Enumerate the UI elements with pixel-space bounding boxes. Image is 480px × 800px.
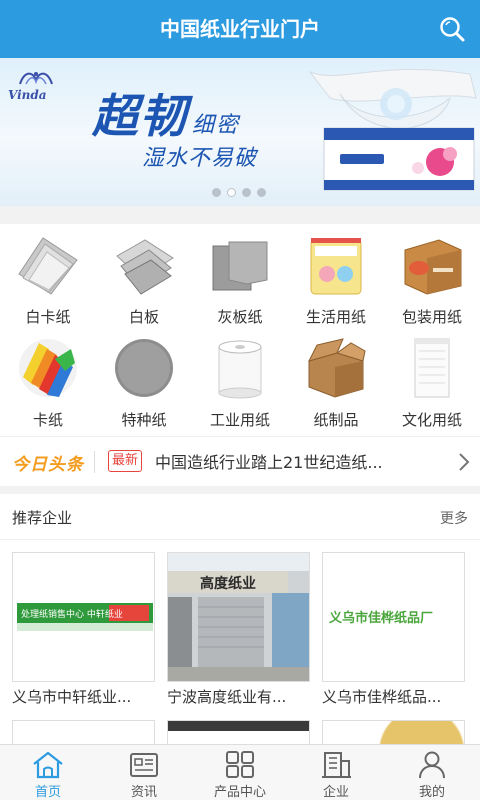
- company-name: 义乌市佳桦纸品...: [322, 688, 442, 706]
- today-headline-logo: 今日头条: [12, 455, 84, 475]
- category-label: 包装用纸: [401, 308, 462, 326]
- tab-news[interactable]: 资讯: [96, 745, 192, 800]
- specialty-paper-icon: [108, 333, 180, 403]
- latest-badge: 最新: [108, 450, 143, 472]
- company-sign-text: 高度纸业: [200, 576, 256, 592]
- company-thumbnail[interactable]: [322, 720, 465, 746]
- white-board-icon: [108, 230, 180, 300]
- category-packaging-paper[interactable]: 包装用纸: [384, 224, 480, 327]
- tab-mine[interactable]: 我的: [384, 745, 480, 800]
- more-link[interactable]: 更多: [440, 508, 468, 528]
- carousel-dot-active[interactable]: [227, 188, 236, 197]
- category-label: 白卡纸: [25, 308, 71, 326]
- category-label: 特种纸: [121, 411, 167, 429]
- category-household-paper[interactable]: 生活用纸: [288, 224, 384, 327]
- gray-board-icon: [204, 230, 276, 300]
- category-cultural-paper[interactable]: 文化用纸: [384, 327, 480, 430]
- company-thumbnail: 高度纸业: [167, 552, 310, 682]
- company-sign-text: 义乌市佳桦纸品厂: [329, 611, 434, 626]
- user-icon: [419, 751, 445, 779]
- industrial-paper-icon: [204, 333, 276, 403]
- company-thumbnail[interactable]: [12, 720, 155, 746]
- category-paper-products[interactable]: 纸制品: [288, 327, 384, 430]
- category-label: 生活用纸: [305, 308, 366, 326]
- search-icon[interactable]: [438, 15, 466, 43]
- category-label: 纸制品: [313, 411, 359, 429]
- tab-home[interactable]: 首页: [0, 745, 96, 800]
- white-card-paper-icon: [12, 230, 84, 300]
- carousel-indicator: [212, 188, 266, 197]
- banner-subslogan: 湿水不易破: [142, 146, 258, 171]
- category-label: 文化用纸: [401, 411, 462, 429]
- company-thumbnail: 义乌市佳桦纸品厂: [322, 552, 465, 682]
- company-name: 义乌市中轩纸业...: [12, 688, 132, 706]
- category-label: 卡纸: [32, 411, 63, 429]
- recommended-companies: 推荐企业 更多 处理纸销售中心 中轩纸业 义乌市中轩纸业... 高度纸业 宁波高…: [0, 494, 480, 746]
- tab-product-center[interactable]: 产品中心: [192, 745, 288, 800]
- home-icon: [33, 751, 63, 779]
- news-headline[interactable]: 中国造纸行业踏上21世纪造纸...: [155, 449, 445, 473]
- section-header: 推荐企业 更多: [0, 494, 480, 540]
- top-bar: 中国纸业行业门户: [0, 0, 480, 58]
- company-thumbnail: 处理纸销售中心 中轩纸业: [12, 552, 155, 682]
- household-paper-icon: [300, 230, 372, 300]
- category-label: 灰板纸: [217, 308, 263, 326]
- divider: [94, 451, 95, 473]
- company-card[interactable]: 高度纸业 宁波高度纸业有...: [167, 552, 310, 707]
- category-specialty-paper[interactable]: 特种纸: [96, 327, 192, 430]
- category-label: 白板: [128, 308, 159, 326]
- category-industrial-paper[interactable]: 工业用纸: [192, 327, 288, 430]
- tab-label: 首页: [34, 785, 61, 800]
- tab-label: 资讯: [130, 785, 157, 800]
- company-card[interactable]: 义乌市佳桦纸品厂 义乌市佳桦纸品...: [322, 552, 465, 707]
- section-title: 推荐企业: [12, 509, 73, 527]
- tissue-box-image: [308, 69, 477, 191]
- building-icon: [322, 752, 351, 778]
- promo-banner[interactable]: Vinda 超韧 细密 湿水不易破: [0, 58, 480, 206]
- cultural-paper-icon: [396, 333, 468, 403]
- carousel-dot[interactable]: [212, 188, 221, 197]
- brand-logo-text: Vinda: [8, 88, 47, 102]
- news-ticker[interactable]: 今日头条 最新 中国造纸行业踏上21世纪造纸...: [0, 436, 480, 486]
- carousel-dot[interactable]: [257, 188, 266, 197]
- news-icon: [130, 753, 158, 777]
- cardstock-icon: [12, 333, 84, 403]
- bottom-tab-bar: 首页 资讯 产品中心 企业 我的: [0, 744, 480, 800]
- category-white-board[interactable]: 白板: [96, 224, 192, 327]
- company-thumbnail[interactable]: [167, 720, 310, 746]
- company-card[interactable]: 处理纸销售中心 中轩纸业 义乌市中轩纸业...: [12, 552, 155, 707]
- company-sign-text: 处理纸销售中心 中轩纸业: [21, 610, 123, 620]
- carousel-dot[interactable]: [242, 188, 251, 197]
- tab-label: 我的: [418, 785, 445, 800]
- app-title: 中国纸业行业门户: [160, 17, 320, 41]
- tab-label: 产品中心: [213, 785, 266, 800]
- tab-label: 企业: [322, 785, 349, 800]
- category-grid: 白卡纸 白板 灰板纸 生活用纸 包装用纸 卡纸 特种纸 工业用纸 纸制品 文化用…: [0, 224, 480, 436]
- banner-slogan: 超韧 细密: [92, 89, 241, 143]
- category-white-card-paper[interactable]: 白卡纸: [0, 224, 96, 327]
- category-cardstock[interactable]: 卡纸: [0, 327, 96, 430]
- packaging-paper-icon: [396, 230, 468, 300]
- category-gray-board[interactable]: 灰板纸: [192, 224, 288, 327]
- company-row-partial: [12, 720, 465, 746]
- paper-products-icon: [300, 333, 372, 403]
- category-label: 工业用纸: [209, 411, 270, 429]
- chevron-right-icon[interactable]: [458, 452, 470, 472]
- tab-enterprise[interactable]: 企业: [288, 745, 384, 800]
- grid-icon: [226, 751, 254, 778]
- company-name: 宁波高度纸业有...: [167, 688, 287, 706]
